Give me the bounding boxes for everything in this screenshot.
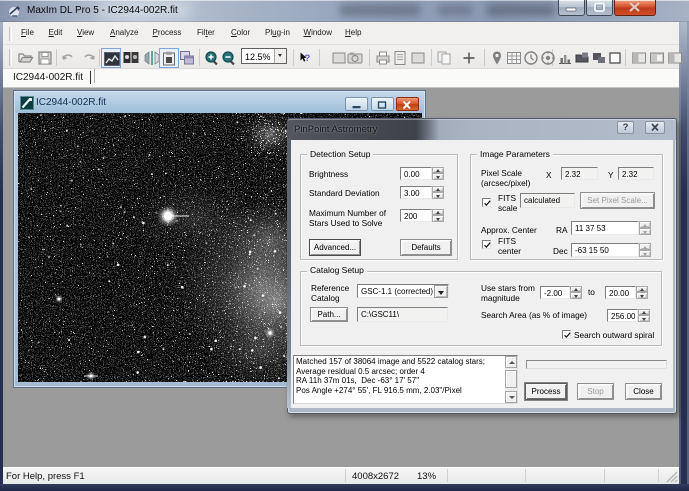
svg-text:?: ? xyxy=(305,53,311,64)
